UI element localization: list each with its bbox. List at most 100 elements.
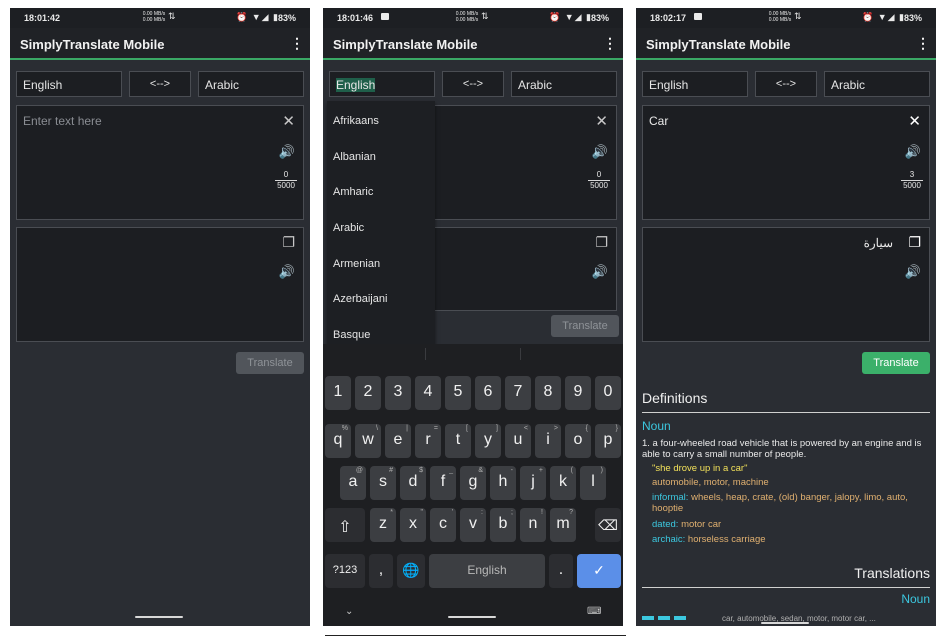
key[interactable]: q% xyxy=(325,424,351,458)
translate-button[interactable]: Translate xyxy=(862,352,930,374)
key[interactable]: 0 xyxy=(595,376,621,410)
speaker-icon[interactable]: 🔊 xyxy=(592,264,608,280)
symbols-key[interactable]: ?123 xyxy=(325,554,365,588)
translate-button[interactable]: Translate xyxy=(236,352,304,374)
image-notification-icon xyxy=(694,13,702,20)
key[interactable]: b; xyxy=(490,508,516,542)
shift-key[interactable]: ⇧ xyxy=(325,508,365,542)
comma-key[interactable]: , xyxy=(369,554,393,588)
key-label: l xyxy=(591,473,595,490)
key[interactable]: 7 xyxy=(505,376,531,410)
key-label: 1 xyxy=(333,383,343,400)
copy-icon[interactable]: ❐ xyxy=(282,234,295,251)
swap-languages-button[interactable]: <--> xyxy=(755,71,817,97)
key[interactable]: l) xyxy=(580,466,606,500)
overflow-menu-icon[interactable]: ⋮ xyxy=(290,35,304,52)
target-language-select[interactable]: Arabic xyxy=(511,71,617,97)
key[interactable]: n! xyxy=(520,508,546,542)
alarm-wifi-signal-icons: ⏰ ▼◢ ▮ xyxy=(549,12,592,22)
key[interactable]: 1 xyxy=(325,376,351,410)
key-label: y xyxy=(484,431,492,448)
target-language-select[interactable]: Arabic xyxy=(198,71,304,97)
key[interactable]: m? xyxy=(550,508,576,542)
key[interactable]: r = xyxy=(415,424,441,458)
keyboard-switch-icon[interactable]: ⌨ xyxy=(587,606,601,617)
copy-icon[interactable]: ❐ xyxy=(595,234,608,251)
space-key[interactable]: English xyxy=(429,554,545,588)
speaker-icon[interactable]: 🔊 xyxy=(279,264,295,280)
key[interactable]: 8 xyxy=(535,376,561,410)
translation-part-of-speech: Noun xyxy=(901,592,930,606)
dropdown-option[interactable]: Armenian xyxy=(333,258,380,270)
key[interactable]: f _ xyxy=(430,466,456,500)
key[interactable]: w \ xyxy=(355,424,381,458)
key[interactable]: a @ xyxy=(340,466,366,500)
clear-icon[interactable]: ✕ xyxy=(282,112,295,130)
key-alt-symbol: = xyxy=(433,425,438,432)
key-alt-symbol: $ xyxy=(419,467,423,474)
key-alt-symbol: ( xyxy=(570,467,573,474)
key[interactable]: 9 xyxy=(565,376,591,410)
key[interactable]: e | xyxy=(385,424,411,458)
dropdown-option[interactable]: Azerbaijani xyxy=(333,293,387,305)
key[interactable]: 2 xyxy=(355,376,381,410)
dropdown-option[interactable]: Afrikaans xyxy=(333,115,379,127)
key[interactable]: d $ xyxy=(400,466,426,500)
key[interactable]: c ' xyxy=(430,508,456,542)
dropdown-option[interactable]: Basque xyxy=(333,329,370,341)
hide-keyboard-icon[interactable]: ⌄ xyxy=(345,606,353,617)
target-language-select[interactable]: Arabic xyxy=(824,71,930,97)
speaker-icon[interactable]: 🔊 xyxy=(905,144,921,160)
copy-icon[interactable]: ❐ xyxy=(908,234,921,251)
speaker-icon[interactable]: 🔊 xyxy=(905,264,921,280)
key[interactable]: y] xyxy=(475,424,501,458)
swap-languages-button[interactable]: <--> xyxy=(442,71,504,97)
enter-check-icon[interactable]: ✓ xyxy=(577,554,621,588)
overflow-menu-icon[interactable]: ⋮ xyxy=(916,35,930,52)
selected-language-text: English xyxy=(336,78,376,92)
key[interactable]: 4 xyxy=(415,376,441,410)
key-alt-symbol: ! xyxy=(541,509,543,516)
key[interactable]: 6 xyxy=(475,376,501,410)
source-language-select[interactable]: English xyxy=(329,71,435,97)
swap-languages-button[interactable]: <--> xyxy=(129,71,191,97)
dropdown-option[interactable]: Amharic xyxy=(333,186,373,198)
gesture-handle xyxy=(761,622,809,624)
key[interactable]: s # xyxy=(370,466,396,500)
key[interactable]: t[ xyxy=(445,424,471,458)
key[interactable]: z * xyxy=(370,508,396,542)
network-speed: 0.00 MB/s 0.00 MB/s xyxy=(142,11,166,23)
key-label: t xyxy=(455,431,461,448)
key-alt-symbol: > xyxy=(553,425,558,432)
clear-icon[interactable]: ✕ xyxy=(595,112,608,130)
source-text-input[interactable]: Car ✕ 🔊 3 5000 xyxy=(642,105,930,220)
key[interactable]: h- xyxy=(490,466,516,500)
backspace-key[interactable]: ⌫ xyxy=(595,508,621,542)
battery-level: 83% xyxy=(278,13,297,23)
key[interactable]: o{ xyxy=(565,424,591,458)
overflow-menu-icon[interactable]: ⋮ xyxy=(603,35,617,52)
source-language-select[interactable]: English xyxy=(16,71,122,97)
key[interactable]: 3 xyxy=(385,376,411,410)
dropdown-option[interactable]: Albanian xyxy=(333,151,376,163)
key[interactable]: u < xyxy=(505,424,531,458)
key[interactable]: 5 xyxy=(445,376,471,410)
key[interactable]: v: xyxy=(460,508,486,542)
translate-button[interactable]: Translate xyxy=(551,315,619,337)
key[interactable]: j + xyxy=(520,466,546,500)
period-key[interactable]: . xyxy=(549,554,573,588)
source-language-select[interactable]: English xyxy=(642,71,748,97)
key[interactable]: x " xyxy=(400,508,426,542)
key[interactable]: g & xyxy=(460,466,486,500)
dropdown-option[interactable]: Arabic xyxy=(333,222,364,234)
speaker-icon[interactable]: 🔊 xyxy=(279,144,295,160)
clear-icon[interactable]: ✕ xyxy=(908,112,921,130)
source-text-input[interactable]: Enter text here ✕ 🔊 0 5000 xyxy=(16,105,304,220)
definitions-heading: Definitions xyxy=(642,390,708,406)
key[interactable]: k( xyxy=(550,466,576,500)
key[interactable]: i > xyxy=(535,424,561,458)
globe-icon[interactable]: 🌐 xyxy=(397,554,425,588)
key[interactable]: p} xyxy=(595,424,621,458)
synonyms-archaic: archaic: horseless carriage xyxy=(652,534,766,545)
speaker-icon[interactable]: 🔊 xyxy=(592,144,608,160)
